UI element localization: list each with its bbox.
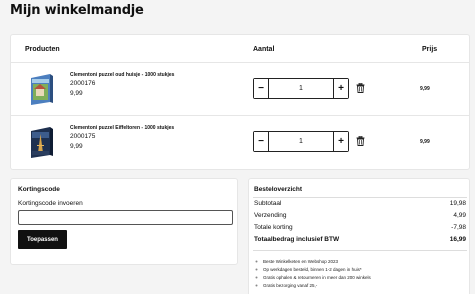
usp-item: Gratis bezorging vanaf 25,- xyxy=(254,283,466,288)
summary-label: Subtotaal xyxy=(254,200,282,207)
cart-header: Producten Aantal Prijs xyxy=(11,35,469,63)
product-sku: 2000175 xyxy=(70,133,96,140)
product-image[interactable] xyxy=(28,72,55,107)
cart-row: Clementoni puzzel Eiffeltoren - 1000 stu… xyxy=(11,116,469,169)
quantity-input[interactable]: 1 xyxy=(269,79,333,98)
summary-value: -7,98 xyxy=(451,224,466,231)
trash-icon[interactable] xyxy=(356,136,365,146)
decrease-quantity-button[interactable]: − xyxy=(254,79,269,98)
usp-text: Beste Winkelketen en Webshop 2023 xyxy=(263,259,338,264)
summary-divider xyxy=(253,197,467,198)
usp-item: Gratis ophalen & retourneren in meer dan… xyxy=(254,275,466,280)
price-column-header: Prijs xyxy=(422,46,438,53)
summary-value: 19,98 xyxy=(449,200,466,207)
summary-row-total: Totaalbedrag inclusief BTW 16,99 xyxy=(254,236,466,243)
discount-title: Kortingscode xyxy=(18,186,60,193)
cart-row: Clementoni puzzel oud huisje - 1000 stuk… xyxy=(11,63,469,116)
quantity-input[interactable]: 1 xyxy=(269,132,333,151)
page-title: Mijn winkelmandje xyxy=(10,3,144,18)
product-unit-price: 9,99 xyxy=(70,90,83,97)
increase-quantity-button[interactable]: + xyxy=(333,132,348,151)
summary-row-subtotal: Subtotaal 19,98 xyxy=(254,200,466,207)
summary-divider xyxy=(253,250,467,251)
discount-code-input[interactable] xyxy=(18,210,233,225)
decrease-quantity-button[interactable]: − xyxy=(254,132,269,151)
usp-item: Beste Winkelketen en Webshop 2023 xyxy=(254,259,466,264)
row-total-price: 9,99 xyxy=(420,139,430,145)
summary-label: Verzending xyxy=(254,212,287,219)
usp-text: Gratis bezorging vanaf 25,- xyxy=(263,283,318,288)
summary-row-shipping: Verzending 4,99 xyxy=(254,212,466,219)
summary-total-label: Totaalbedrag inclusief BTW xyxy=(254,236,340,243)
usp-text: Op werkdagen besteld, binnen 1-2 dagen i… xyxy=(263,267,362,272)
trash-icon[interactable] xyxy=(356,83,365,93)
apply-discount-button[interactable]: Toepassen xyxy=(18,230,67,249)
product-name[interactable]: Clementoni puzzel oud huisje - 1000 stuk… xyxy=(70,72,174,78)
summary-title: Besteloverzicht xyxy=(254,186,303,193)
summary-value: 4,99 xyxy=(453,212,466,219)
check-icon xyxy=(254,267,259,272)
usp-text: Gratis ophalen & retourneren in meer dan… xyxy=(263,275,371,280)
usp-item: Op werkdagen besteld, binnen 1-2 dagen i… xyxy=(254,267,466,272)
quantity-stepper: − 1 + xyxy=(253,78,349,99)
puzzle-box-cottage-icon xyxy=(31,74,53,105)
row-total-price: 9,99 xyxy=(420,86,430,92)
product-unit-price: 9,99 xyxy=(70,143,83,150)
summary-row-discount: Totale korting -7,98 xyxy=(254,224,466,231)
check-icon xyxy=(254,259,259,264)
check-icon xyxy=(254,275,259,280)
products-column-header: Producten xyxy=(25,46,60,53)
summary-label: Totale korting xyxy=(254,224,293,231)
quantity-stepper: − 1 + xyxy=(253,131,349,152)
puzzle-box-eiffel-tower-icon xyxy=(31,127,53,158)
check-icon xyxy=(254,283,259,288)
discount-card: Kortingscode Kortingscode invoeren Toepa… xyxy=(10,178,238,265)
order-summary-card: Besteloverzicht Subtotaal 19,98 Verzendi… xyxy=(248,178,470,294)
cart-card: Producten Aantal Prijs Clementoni puzzel… xyxy=(10,34,470,170)
product-name[interactable]: Clementoni puzzel Eiffeltoren - 1000 stu… xyxy=(70,125,174,131)
increase-quantity-button[interactable]: + xyxy=(333,79,348,98)
product-sku: 2000176 xyxy=(70,80,96,87)
discount-input-label: Kortingscode invoeren xyxy=(18,200,83,207)
quantity-column-header: Aantal xyxy=(253,46,275,53)
product-image[interactable] xyxy=(28,125,55,160)
summary-total-value: 16,99 xyxy=(449,236,466,243)
